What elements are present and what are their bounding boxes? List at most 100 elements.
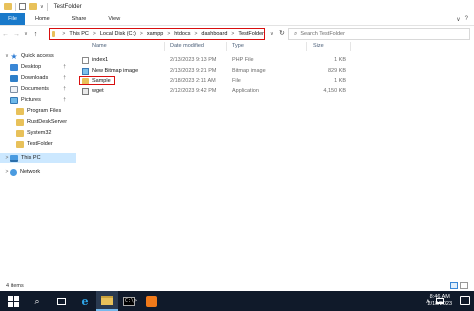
column-divider[interactable] — [306, 42, 307, 51]
downloads-icon — [10, 74, 18, 82]
breadcrumb-local-disk[interactable]: Local Disk (C:) — [100, 31, 136, 37]
pin-icon: † — [63, 75, 66, 81]
sidebar-item-network[interactable]: > Network — [4, 167, 74, 177]
taskbar-clock[interactable]: 8:46 AM 2/18/2023 — [428, 294, 452, 308]
taskbar-file-explorer[interactable] — [96, 291, 118, 311]
address-bar[interactable]: > This PC > Local Disk (C:) > xampp > ht… — [49, 28, 265, 40]
breadcrumb-separator[interactable]: > — [167, 31, 170, 37]
tab-home[interactable]: Home — [25, 13, 62, 25]
sidebar-item-testfolder[interactable]: TestFolder — [16, 139, 74, 149]
breadcrumb-htdocs[interactable]: htdocs — [174, 31, 190, 37]
column-divider[interactable] — [226, 42, 227, 51]
folder-icon — [52, 31, 56, 37]
tab-file[interactable]: File — [0, 13, 25, 25]
windows-logo-icon — [7, 295, 19, 307]
navigation-bar: ← → ∨ ↑ > This PC > Local Disk (C:) > xa… — [0, 27, 474, 41]
breadcrumb-separator: > — [62, 31, 66, 37]
taskbar-app[interactable] — [140, 291, 162, 311]
sidebar-item-desktop[interactable]: Desktop † — [10, 62, 74, 72]
help-icon[interactable]: ? — [465, 16, 468, 22]
expand-ribbon-chevron-icon[interactable]: ∨ — [456, 16, 460, 23]
refresh-icon[interactable]: ↻ — [279, 29, 285, 37]
file-row-sample[interactable]: Sample 2/18/2023 2:11 AM File 1 KB — [80, 77, 380, 86]
sidebar-item-documents[interactable]: Documents † — [10, 84, 74, 94]
sidebar-item-label: Downloads — [21, 75, 49, 81]
column-header-name[interactable]: Name — [92, 43, 107, 49]
breadcrumb-separator[interactable]: > — [194, 31, 197, 37]
column-divider[interactable] — [164, 42, 165, 51]
desktop-icon — [10, 63, 18, 71]
sidebar-item-system32[interactable]: System32 — [16, 128, 74, 138]
details-view-icon[interactable] — [450, 282, 458, 289]
large-icons-view-icon[interactable] — [460, 282, 468, 289]
sample-highlight-box — [79, 76, 115, 85]
command-prompt-icon: C:\> — [123, 296, 138, 306]
new-folder-icon[interactable] — [29, 3, 37, 10]
file-explorer-icon — [101, 295, 113, 305]
taskbar-search-icon[interactable]: ⌕ — [26, 291, 48, 311]
column-header-type[interactable]: Type — [232, 43, 244, 49]
sidebar-item-label: Network — [20, 169, 41, 175]
breadcrumb-dashboard[interactable]: dashboard — [201, 31, 227, 37]
breadcrumb-separator[interactable]: > — [93, 31, 96, 37]
up-arrow-icon[interactable]: ↑ — [30, 31, 41, 38]
tab-view[interactable]: View — [98, 13, 132, 25]
breadcrumb-xampp[interactable]: xampp — [147, 31, 164, 37]
sidebar-item-rustdeskserver[interactable]: RustDeskServer — [16, 117, 74, 127]
file-date: 2/13/2023 9:13 PM — [170, 57, 217, 63]
folder-icon — [16, 140, 24, 148]
taskbar: ⌕ e C:\> ∧ 8:46 AM 2/18/2023 — [0, 291, 474, 311]
file-type: PHP File — [232, 57, 254, 63]
file-row-wget[interactable]: wget 2/12/2023 9:42 PM Application 4,150… — [80, 87, 380, 96]
column-divider[interactable] — [350, 42, 351, 51]
forward-arrow-icon[interactable]: → — [11, 31, 22, 38]
sidebar-item-label: Quick access — [21, 53, 54, 59]
pictures-icon — [10, 96, 18, 104]
file-type: Bitmap image — [232, 68, 266, 74]
tab-share[interactable]: Share — [62, 13, 99, 25]
breadcrumb-testfolder[interactable]: TestFolder — [238, 31, 264, 37]
bitmap-file-icon — [82, 68, 89, 75]
task-view-button[interactable] — [50, 291, 72, 311]
breadcrumb-this-pc[interactable]: This PC — [69, 31, 89, 37]
breadcrumb-separator[interactable]: > — [140, 31, 143, 37]
breadcrumb-separator[interactable]: > — [231, 31, 234, 37]
customize-toolbar-chevron-icon[interactable]: ∨ — [40, 4, 44, 10]
pin-icon: † — [63, 64, 66, 70]
notification-center-icon[interactable] — [460, 296, 470, 305]
toolbar-divider — [15, 2, 16, 11]
column-header-size[interactable]: Size — [313, 43, 324, 49]
sidebar-item-quick-access[interactable]: ∨ ★ Quick access — [4, 51, 74, 61]
file-name: wget — [92, 88, 104, 94]
status-bar: 4 items — [0, 281, 474, 291]
properties-icon[interactable] — [19, 3, 26, 10]
taskbar-command-prompt[interactable]: C:\> — [118, 291, 140, 311]
task-view-icon — [56, 297, 66, 305]
file-type: File — [232, 78, 241, 84]
sidebar-item-downloads[interactable]: Downloads † — [10, 73, 74, 83]
file-date: 2/12/2023 9:42 PM — [170, 88, 217, 94]
sidebar-item-pictures[interactable]: Pictures † — [10, 95, 74, 105]
file-row-index1[interactable]: index1 2/13/2023 9:13 PM PHP File 1 KB — [80, 56, 380, 65]
back-arrow-icon[interactable]: ← — [0, 31, 11, 38]
recent-locations-chevron-icon[interactable]: ∨ — [22, 31, 30, 37]
internet-explorer-icon: e — [81, 294, 89, 308]
wget-app-icon — [82, 88, 89, 95]
column-headers: Name Date modified Type Size — [76, 41, 474, 51]
file-row-new-bitmap-image[interactable]: New Bitmap image 2/13/2023 9:21 PM Bitma… — [80, 67, 380, 76]
address-dropdown-chevron-icon[interactable]: ∨ — [270, 31, 274, 37]
navigation-pane: ∨ ★ Quick access Desktop † Downloads † D… — [0, 46, 76, 276]
search-input[interactable]: ⌕ Search TestFolder — [288, 28, 470, 40]
taskbar-internet-explorer[interactable]: e — [74, 291, 96, 311]
column-header-date-modified[interactable]: Date modified — [170, 43, 204, 49]
file-size: 4,150 KB — [323, 88, 346, 94]
sidebar-item-program-files[interactable]: Program Files — [16, 106, 74, 116]
start-button[interactable] — [2, 291, 24, 311]
pin-icon: † — [63, 86, 66, 92]
file-size: 1 KB — [334, 78, 346, 84]
file-date: 2/18/2023 2:11 AM — [170, 78, 216, 84]
ribbon-controls: ∨ ? — [456, 13, 474, 25]
app-icon — [145, 295, 157, 307]
search-placeholder: Search TestFolder — [300, 31, 345, 37]
sidebar-item-this-pc[interactable]: > This PC — [0, 153, 76, 163]
